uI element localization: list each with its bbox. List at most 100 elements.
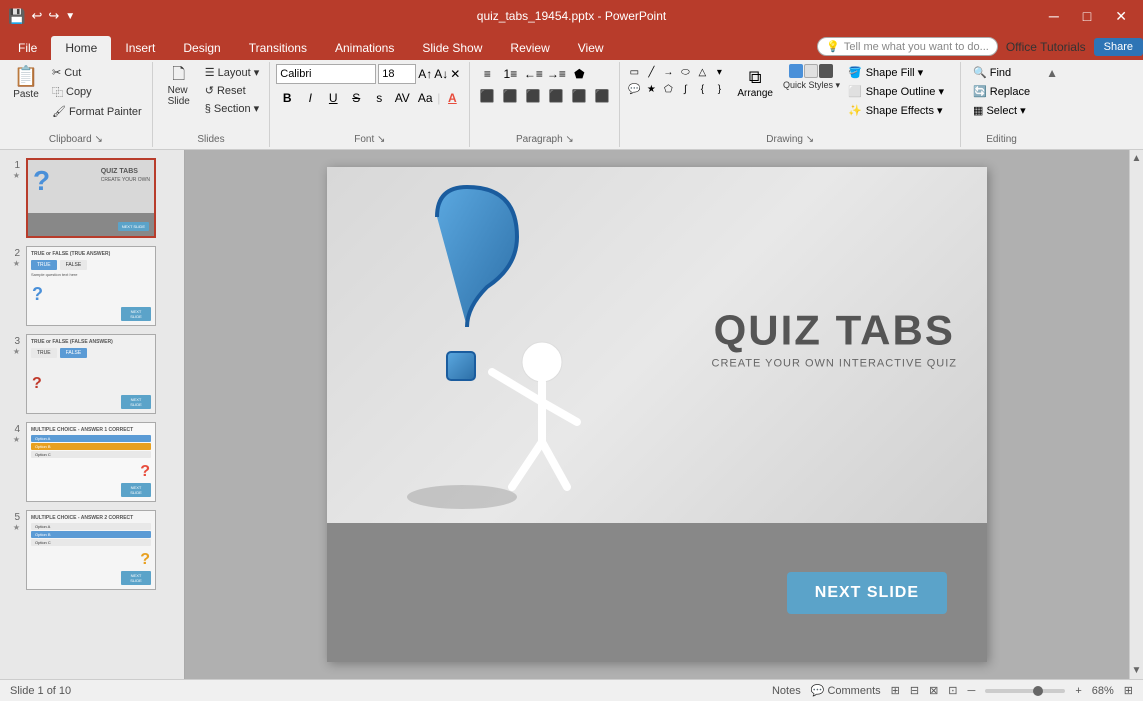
triangle-shape[interactable]: △ [694,64,710,80]
comments-button[interactable]: 💬 Comments [811,684,881,697]
redo-icon[interactable]: ↪ [48,8,59,24]
font-color-button[interactable]: A [441,88,463,108]
slide-show-button[interactable]: ⊡ [948,684,957,697]
undo-icon[interactable]: ↩ [31,8,42,24]
slide-thumb-4[interactable]: 4 ★ MULTIPLE CHOICE - ANSWER 1 CORRECT O… [4,420,180,504]
pentagon-shape[interactable]: ⬠ [660,81,676,97]
section-button[interactable]: § Section ▾ [201,100,264,117]
office-tutorials-button[interactable]: Office Tutorials [1006,40,1086,54]
italic-button[interactable]: I [299,88,321,108]
shape-effects-area: 🪣Shape Fill ▾ ⬜Shape Outline ▾ ✨Shape Ef… [844,64,954,119]
tab-home[interactable]: Home [51,36,111,60]
smartart-button[interactable]: ⬟ [568,64,590,84]
cut-button[interactable]: ✂ Cut [48,64,146,81]
tab-animations[interactable]: Animations [321,36,408,60]
slide-thumb-2[interactable]: 2 ★ TRUE or FALSE (TRUE ANSWER) TRUE FAL… [4,244,180,328]
select-button[interactable]: ▦ Select ▾ [967,102,1036,119]
normal-view-button[interactable]: ⊞ [891,684,900,697]
numbering-button[interactable]: 1≡ [499,64,521,84]
editing-content: 🔍 Find 🔄 Replace ▦ Select ▾ [967,64,1036,119]
new-slide-label: NewSlide [168,85,190,107]
layout-button[interactable]: ☰ Layout ▾ [201,64,264,81]
minimize-button[interactable]: ─ [1041,6,1067,26]
paragraph-group: ≡ 1≡ ←≡ →≡ ⬟ ⬛ ⬛ ⬛ ⬛ ⬛ ⬛ Paragraph ↘ [470,62,620,147]
underline-button[interactable]: U [322,88,344,108]
bullets-button[interactable]: ≡ [476,64,498,84]
clear-format-button[interactable]: ✕ [450,67,460,81]
collapse-ribbon-button[interactable]: ▲ [1046,66,1058,80]
bold-button[interactable]: B [276,88,298,108]
replace-button[interactable]: 🔄 Replace [967,83,1036,100]
decrease-indent-button[interactable]: ←≡ [522,64,544,84]
arrange-button[interactable]: ⧉ Arrange [731,64,779,102]
reset-button[interactable]: ↺ Reset [201,82,264,99]
increase-font-button[interactable]: A↑ [418,67,432,81]
shape-effects-button[interactable]: ✨Shape Effects ▾ [844,102,954,119]
strikethrough-button[interactable]: S [345,88,367,108]
slide-num-1: 1 [6,160,20,171]
shape-fill-button[interactable]: 🪣Shape Fill ▾ [844,64,954,81]
restore-button[interactable]: □ [1075,6,1099,26]
format-painter-button[interactable]: 🖌 Format Painter [48,103,146,120]
tab-design[interactable]: Design [169,36,234,60]
arrow-shape[interactable]: → [660,64,676,80]
zoom-out-button[interactable]: ─ [968,685,976,697]
quiz-title: QUIZ TABS CREATE YOUR OWN INTERACTIVE QU… [712,308,958,370]
align-left-button[interactable]: ⬛ [476,86,498,106]
tab-insert[interactable]: Insert [111,36,169,60]
change-case-button[interactable]: Aa [414,88,436,108]
align-center-button[interactable]: ⬛ [499,86,521,106]
slide-view-button[interactable]: ⊟ [910,684,919,697]
line-shape[interactable]: ╱ [643,64,659,80]
decrease-font-button[interactable]: A↓ [434,67,448,81]
tab-transitions[interactable]: Transitions [235,36,321,60]
paste-button[interactable]: 📋 Paste [6,64,46,103]
char-spacing-button[interactable]: AV [391,88,413,108]
brace-shape[interactable]: } [711,81,727,97]
save-icon[interactable]: 💾 [8,8,25,25]
star-1: ★ [13,171,20,180]
curve-shape[interactable]: ∫ [677,81,693,97]
title-bar: 💾 ↩ ↪ ▼ quiz_tabs_19454.pptx - PowerPoin… [0,0,1143,32]
tab-file[interactable]: File [4,36,51,60]
bracket-shape[interactable]: { [694,81,710,97]
zoom-slider[interactable] [985,689,1065,693]
thumb-next-btn-1: NEXT SLIDE [118,222,149,231]
close-button[interactable]: ✕ [1107,6,1135,27]
star-shape[interactable]: ★ [643,81,659,97]
thumb-true-2: TRUE [31,260,57,270]
justify-button[interactable]: ⬛ [545,86,567,106]
oval-shape[interactable]: ⬭ [677,64,693,80]
rectangle-shape[interactable]: ▭ [626,64,642,80]
slide-thumb-1[interactable]: 1 ★ QUIZ TABSCREATE YOUR OWN NEXT SLIDE … [4,156,180,240]
font-name-input[interactable] [276,64,376,84]
next-slide-button[interactable]: NEXT SLIDE [787,572,947,614]
arrange-label: Arrange [737,88,773,99]
scroll-down-arrow[interactable]: ▼ [1129,662,1143,679]
find-button[interactable]: 🔍 Find [967,64,1036,81]
notes-button[interactable]: Notes [772,685,801,697]
font-size-input[interactable] [378,64,416,84]
zoom-in-button[interactable]: + [1075,685,1081,697]
new-slide-button[interactable]: 🗋 NewSlide [159,64,199,110]
columns-button[interactable]: ⬛ [568,86,590,106]
shadow-button[interactable]: s [368,88,390,108]
share-button[interactable]: Share [1094,38,1143,56]
copy-button[interactable]: ⿻ Copy [48,82,146,102]
reading-view-button[interactable]: ⊠ [929,684,938,697]
customize-icon[interactable]: ▼ [65,11,75,22]
tab-slideshow[interactable]: Slide Show [408,36,496,60]
tell-me-input[interactable]: 💡 Tell me what you want to do... [817,37,998,56]
align-right-button[interactable]: ⬛ [522,86,544,106]
tab-view[interactable]: View [564,36,618,60]
slide-thumb-3[interactable]: 3 ★ TRUE or FALSE (FALSE ANSWER) TRUE FA… [4,332,180,416]
shape-outline-button[interactable]: ⬜Shape Outline ▾ [844,83,954,100]
slide-thumb-5[interactable]: 5 ★ MULTIPLE CHOICE - ANSWER 2 CORRECT O… [4,508,180,592]
more-shapes[interactable]: ▾ [711,64,727,80]
increase-indent-button[interactable]: →≡ [545,64,567,84]
tab-review[interactable]: Review [496,36,563,60]
direction-button[interactable]: ⬛ [591,86,613,106]
fit-slide-button[interactable]: ⊞ [1124,684,1133,697]
scroll-up-arrow[interactable]: ▲ [1129,150,1143,167]
callout-shape[interactable]: 💬 [626,81,642,97]
